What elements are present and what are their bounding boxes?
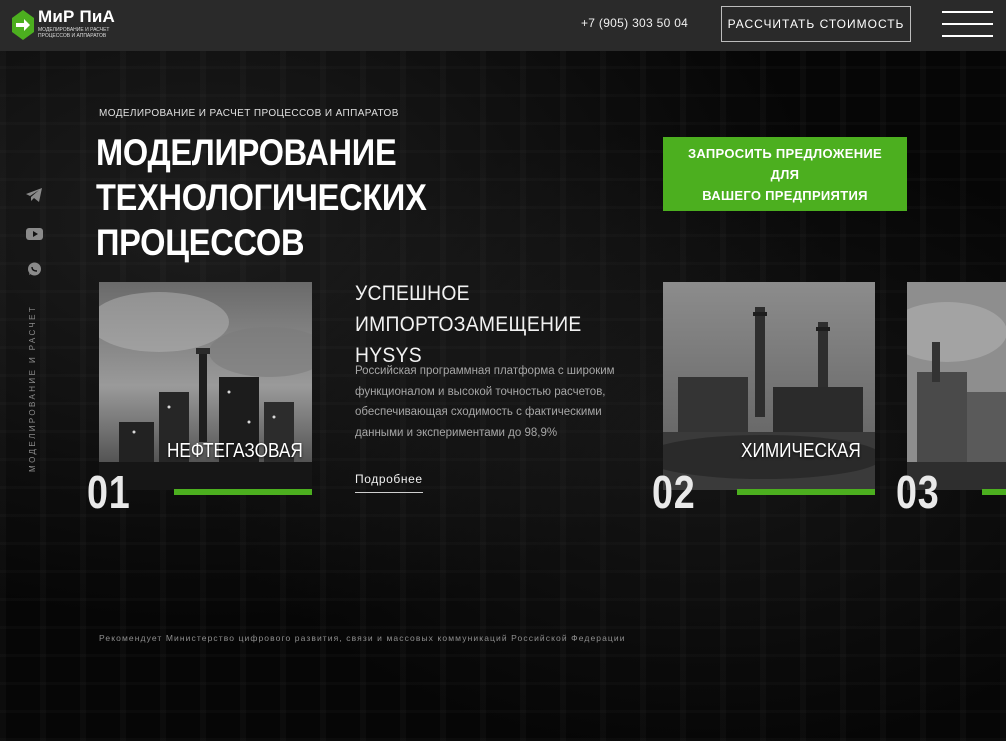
- power-plant-image: [907, 282, 1006, 490]
- youtube-icon[interactable]: [26, 227, 43, 241]
- industry-card-accent-bar: [174, 489, 312, 495]
- industry-card-number: 03: [896, 466, 940, 518]
- page-title-line-1: МОДЕЛИРОВАНИЕ: [96, 132, 397, 173]
- phone-link[interactable]: +7 (905) 303 50 04: [581, 16, 688, 30]
- top-navbar: МиР ПиА МОДЕЛИРОВАНИЕ И РАСЧЕТ ПРОЦЕССОВ…: [0, 0, 1006, 51]
- logo-subtitle: МОДЕЛИРОВАНИЕ И РАСЧЕТ ПРОЦЕССОВ И АППАР…: [38, 27, 110, 39]
- hamburger-menu-icon[interactable]: [942, 11, 993, 37]
- feature-title: УСПЕШНОЕ ИМПОРТОЗАМЕЩЕНИЕ HYSYS: [355, 278, 613, 371]
- industry-card-number: 02: [652, 466, 696, 518]
- telegram-icon[interactable]: [26, 188, 43, 202]
- side-vertical-caption: МОДЕЛИРОВАНИЕ И РАСЧЕТ: [28, 304, 37, 472]
- page-title-line-2: ТЕХНОЛОГИЧЕСКИХ ПРОЦЕССОВ: [96, 177, 427, 263]
- logo-title: МиР ПиА: [38, 7, 116, 26]
- request-offer-button[interactable]: ЗАПРОСИТЬ ПРЕДЛОЖЕНИЕ ДЛЯ ВАШЕГО ПРЕДПРИ…: [663, 137, 907, 211]
- industry-card-accent-bar: [737, 489, 875, 495]
- feature-title-line-2: ИМПОРТОЗАМЕЩЕНИЕ HYSYS: [355, 313, 582, 367]
- calculate-cost-button[interactable]: РАССЧИТАТЬ СТОИМОСТЬ: [721, 6, 911, 42]
- industry-card-third[interactable]: 03: [896, 282, 1006, 518]
- request-offer-line-2: ВАШЕГО ПРЕДПРИЯТИЯ: [702, 188, 868, 203]
- industry-card-accent-bar: [982, 489, 1006, 495]
- feature-description: Российская программная платформа с широк…: [355, 365, 615, 439]
- industry-card-label: ХИМИЧЕСКАЯ: [741, 440, 861, 462]
- industry-card-oil-gas[interactable]: НЕФТЕГАЗОВАЯ 01: [87, 282, 313, 518]
- industry-card-chemical[interactable]: ХИМИЧЕСКАЯ 02: [652, 282, 876, 518]
- request-offer-line-1: ЗАПРОСИТЬ ПРЕДЛОЖЕНИЕ ДЛЯ: [687, 146, 883, 182]
- whatsapp-icon[interactable]: [26, 262, 43, 276]
- logo-mark-icon: [12, 10, 34, 40]
- feature-title-line-1: УСПЕШНОЕ: [355, 282, 470, 305]
- site-logo[interactable]: МиР ПиА МОДЕЛИРОВАНИЕ И РАСЧЕТ ПРОЦЕССОВ…: [12, 7, 115, 41]
- hero-eyebrow: МОДЕЛИРОВАНИЕ И РАСЧЕТ ПРОЦЕССОВ И АППАР…: [99, 108, 399, 119]
- industry-card-label: НЕФТЕГАЗОВАЯ: [167, 440, 303, 462]
- more-details-link[interactable]: Подробнее: [355, 472, 423, 493]
- industry-card-number: 01: [87, 466, 131, 518]
- page-title: МОДЕЛИРОВАНИЕ ТЕХНОЛОГИЧЕСКИХ ПРОЦЕССОВ: [96, 130, 571, 265]
- ministry-recommendation-note: Рекомендует Министерство цифрового разви…: [99, 633, 626, 643]
